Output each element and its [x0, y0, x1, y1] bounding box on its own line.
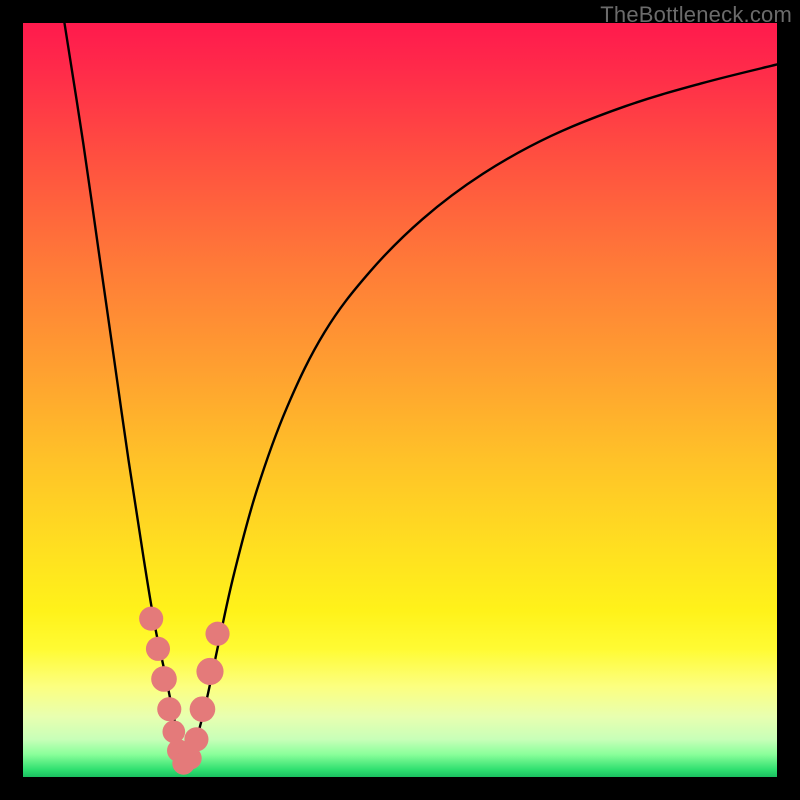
valley-marker-4: [162, 720, 185, 743]
valley-marker-3: [157, 697, 181, 721]
valley-marker-11: [205, 622, 229, 646]
valley-marker-9: [190, 696, 216, 722]
outer-frame: TheBottleneck.com: [0, 0, 800, 800]
plot-area: [23, 23, 777, 777]
curve-right-branch: [185, 64, 777, 769]
valley-marker-0: [139, 607, 163, 631]
marker-layer: [139, 607, 229, 775]
valley-marker-1: [146, 637, 170, 661]
chart-svg: [23, 23, 777, 777]
valley-marker-10: [196, 658, 223, 685]
valley-marker-8: [184, 727, 208, 751]
curve-layer: [64, 23, 777, 769]
watermark-text: TheBottleneck.com: [600, 2, 792, 28]
valley-marker-2: [151, 666, 177, 692]
curve-left-branch: [64, 23, 185, 769]
